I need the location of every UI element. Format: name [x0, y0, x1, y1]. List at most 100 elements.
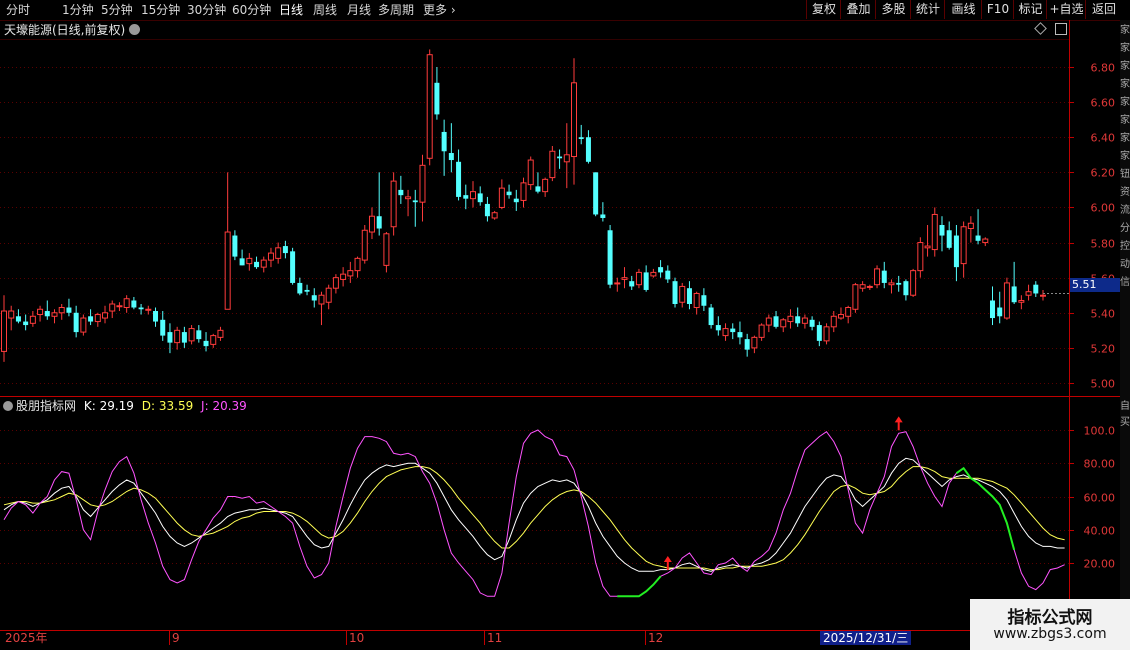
candle-body [931, 213, 938, 251]
side-panel-char[interactable]: 家 [1120, 114, 1130, 128]
candle [448, 123, 454, 173]
candle [722, 323, 729, 341]
candle-body [830, 315, 837, 328]
price-chart[interactable]: 6.806.606.406.206.005.805.605.405.205.00… [0, 0, 1130, 650]
candle [23, 314, 29, 331]
candle [672, 277, 678, 308]
candle [643, 265, 649, 292]
side-panel-char[interactable]: 家 [1120, 42, 1130, 56]
price-tick-label: 6.80 [1091, 62, 1116, 75]
side-panel-lower-char[interactable]: 买 [1120, 416, 1130, 430]
candle [924, 225, 931, 257]
candle [571, 58, 578, 185]
candle-body [441, 131, 447, 152]
candle-body [419, 164, 426, 203]
candle [361, 225, 368, 264]
candle-body [325, 287, 332, 303]
candle [477, 186, 483, 206]
candle [859, 281, 866, 292]
candle-body [1033, 284, 1039, 294]
side-panel-char[interactable]: 流 [1120, 204, 1130, 218]
candle [795, 307, 801, 327]
candle-body [751, 336, 758, 349]
candle [304, 284, 310, 296]
candle [787, 309, 794, 329]
side-panel-char[interactable]: 家 [1120, 24, 1130, 38]
candle-body [332, 277, 339, 289]
candle-body [650, 271, 657, 277]
candle [297, 277, 303, 296]
candle [246, 253, 253, 271]
candle-body [585, 137, 591, 162]
side-panel-char[interactable]: 家 [1120, 132, 1130, 146]
candle [535, 172, 541, 194]
candle [80, 314, 87, 336]
candle-body [607, 230, 613, 285]
buy-arrow-head [663, 555, 672, 562]
candle [66, 298, 72, 317]
side-panel-lower-char[interactable]: 自 [1120, 400, 1130, 414]
candle [463, 184, 469, 210]
candle [282, 240, 288, 259]
candle [997, 291, 1003, 324]
candle-body [434, 82, 440, 115]
side-panel-char[interactable]: 家 [1120, 96, 1130, 110]
crosshair-date: 2025/12/31/三 [820, 631, 912, 645]
candle-body [477, 193, 483, 203]
side-panel-char[interactable]: 分 [1120, 222, 1130, 236]
candle [51, 309, 58, 324]
j-line [3, 429, 1065, 597]
price-tick-label: 5.40 [1091, 308, 1116, 321]
candle [311, 288, 317, 308]
candle-body [109, 303, 116, 312]
side-panel-char[interactable]: 控 [1120, 240, 1130, 254]
candle-body [953, 235, 959, 268]
buy-arrow-head [894, 416, 903, 423]
x-axis-label: 10 [349, 631, 365, 645]
candle [665, 265, 671, 283]
candle [37, 305, 44, 322]
candle-body [203, 340, 209, 347]
candle-body [549, 150, 556, 179]
side-panel-char[interactable]: 家 [1120, 60, 1130, 74]
indicator-name: 股朋指标网 [16, 399, 77, 413]
candle [254, 256, 260, 269]
candle [1025, 284, 1032, 301]
watermark-title: 指标公式网 [1007, 608, 1093, 628]
candle [354, 256, 361, 278]
candle-body [837, 314, 844, 319]
candle [188, 325, 195, 345]
side-panel-char[interactable]: 家 [1120, 150, 1130, 164]
candle [693, 291, 700, 315]
candle [658, 260, 664, 278]
side-panel-char[interactable]: 钮 [1120, 168, 1130, 182]
price-tick-label: 5.80 [1091, 238, 1116, 251]
candle-body [665, 270, 671, 280]
candle-body [989, 300, 995, 319]
candle [837, 307, 844, 320]
candle [412, 189, 418, 227]
candle-body [672, 281, 678, 304]
candle [607, 225, 613, 289]
candle [456, 149, 462, 201]
candle-body [629, 281, 635, 287]
candle-body [535, 186, 541, 192]
candle-body [51, 312, 58, 317]
side-panel-char[interactable]: 家 [1120, 78, 1130, 92]
candle-body [960, 226, 967, 265]
candle [888, 279, 895, 294]
candle-body [946, 230, 952, 248]
candle [405, 189, 412, 217]
side-panel-char[interactable]: 动 [1120, 258, 1130, 272]
candle-body [780, 319, 787, 328]
candle-body [153, 311, 159, 322]
candle-body [131, 300, 137, 308]
side-panel-char[interactable]: 信 [1120, 276, 1130, 290]
side-panel-char[interactable]: 资 [1120, 186, 1130, 200]
candle-body [715, 325, 721, 331]
candle-body [1011, 286, 1017, 303]
candle [58, 304, 65, 320]
candle-body [246, 257, 253, 265]
right-side-panel[interactable]: 家家家家家家家家钮资流分控动信自买 [1120, 20, 1130, 630]
candle-body [174, 329, 181, 344]
